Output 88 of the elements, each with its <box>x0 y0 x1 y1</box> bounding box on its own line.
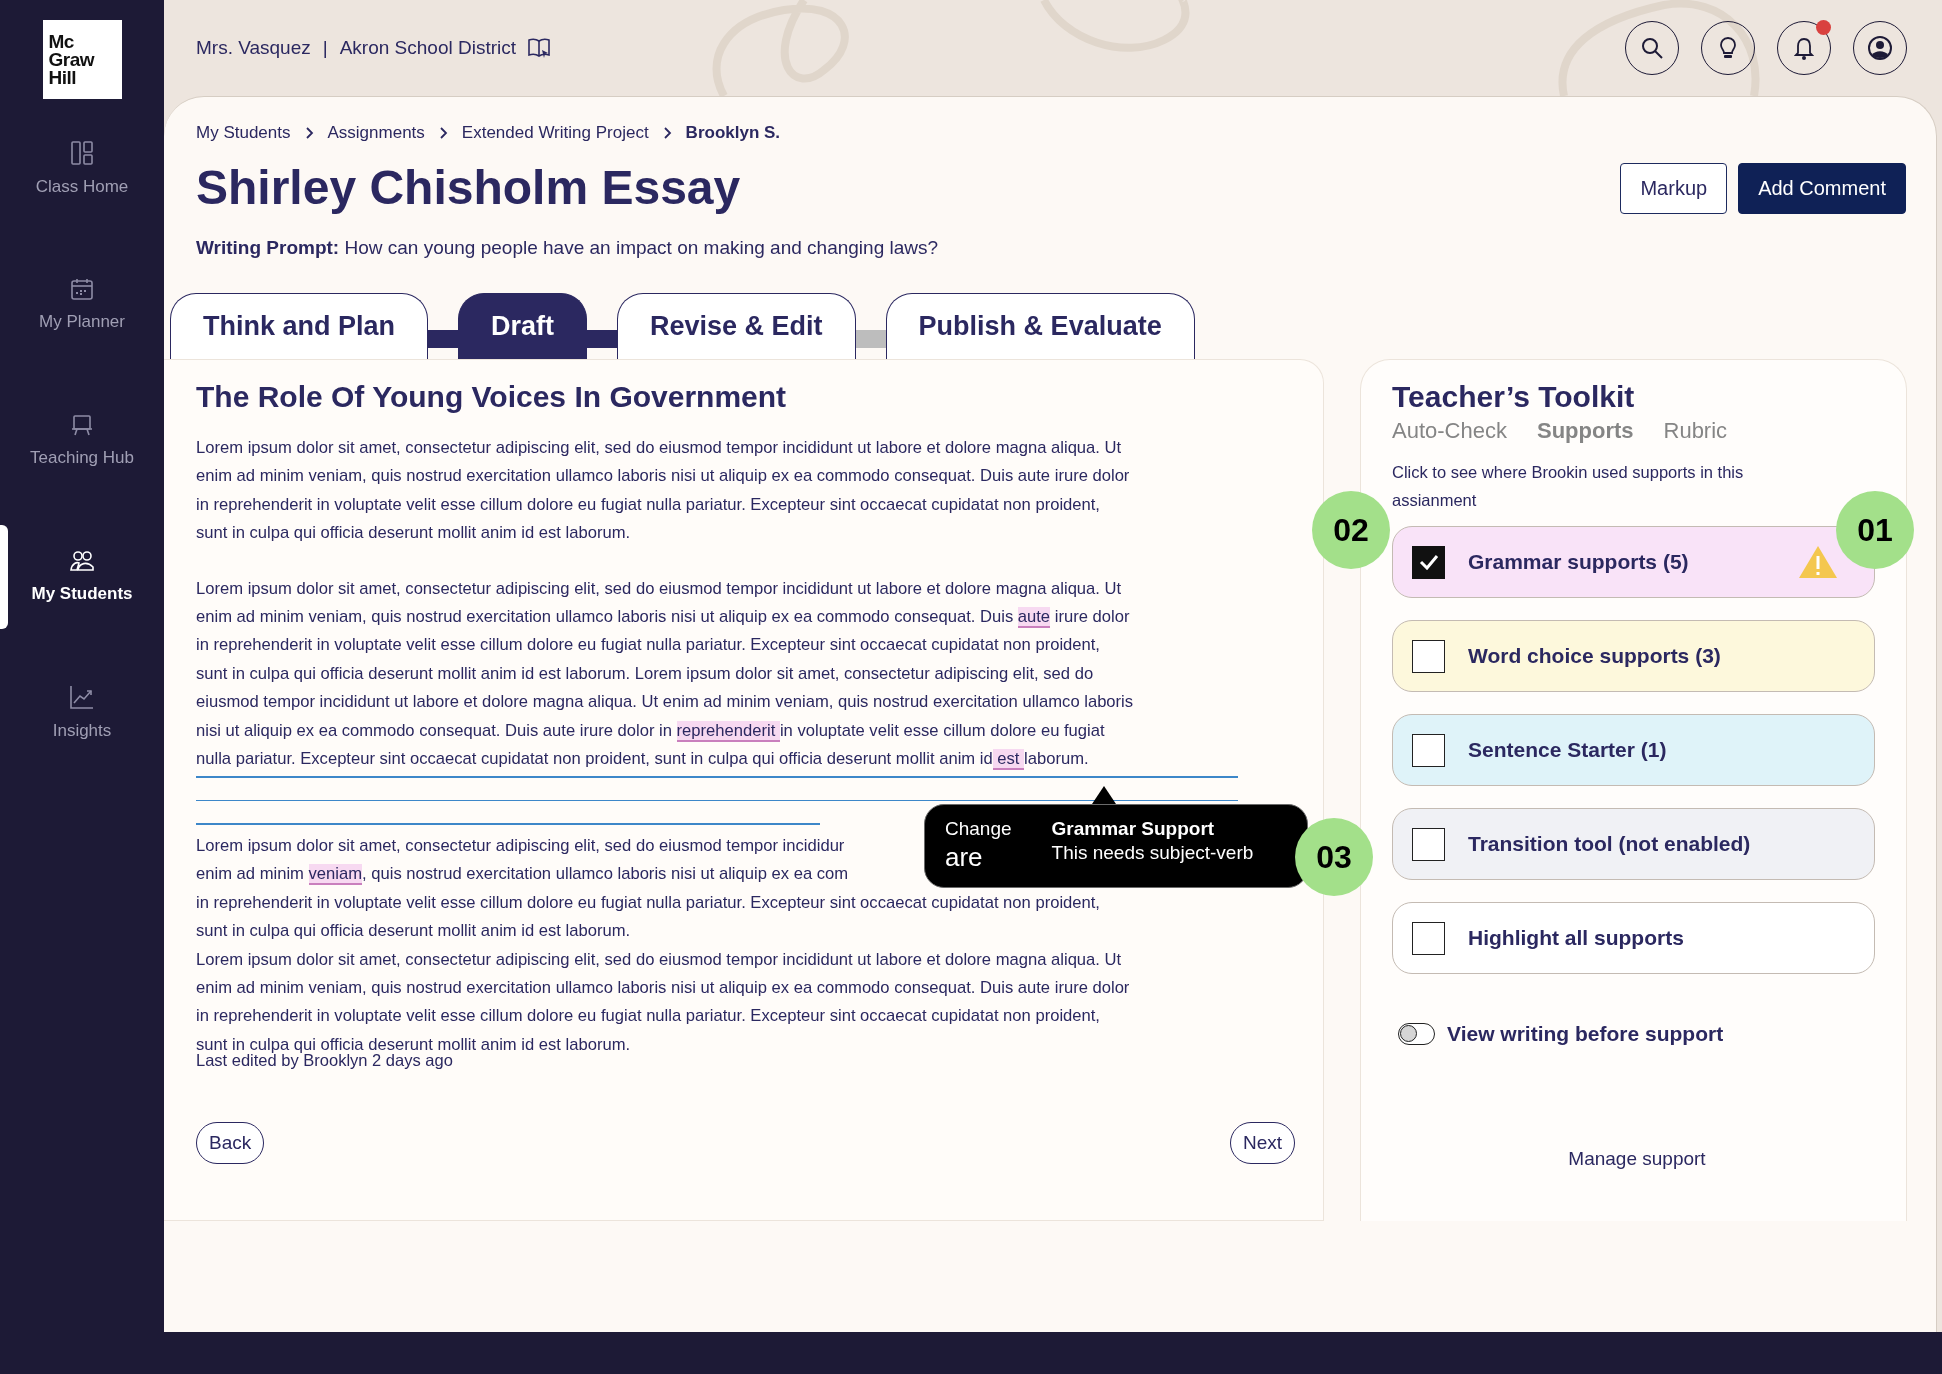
manage-support-link[interactable]: Manage support <box>1568 1148 1706 1169</box>
support-option[interactable]: Transition tool (not enabled) <box>1392 808 1875 880</box>
essay-text-line: enim ad minim veniam, quis nostrud exercitation ullamco laboris nisi ut aliquip ex ea commodo consequat. Duis aute irure dolor <box>196 977 1130 999</box>
progress-connector <box>587 330 618 348</box>
essay-text-line: in reprehenderit in voluptate velit esse cillum dolore eu fugiat nulla pariatur. Excepteur sint occaecat cupidatat non proident, <box>196 634 1100 657</box>
chart-icon <box>70 685 94 709</box>
last-edited-note: Last edited by Brooklyn 2 days ago <box>196 1053 454 1068</box>
breadcrumb-link[interactable]: Extended Writing Project <box>461 123 649 143</box>
support-label: Highlight all supports <box>1468 926 1685 950</box>
toggle-switch[interactable] <box>1398 1023 1435 1045</box>
teacher-name: Mrs. Vasquez <box>196 37 311 59</box>
search-icon <box>1641 37 1663 59</box>
back-button[interactable]: Back <box>196 1122 265 1164</box>
essay-text-line: Lorem ipsum dolor sit amet, consectetur adipiscing elit, sed do eiusmod tempor incididunt ut labore et dolore magna aliqua. Ut <box>196 577 1122 600</box>
suggested-word: are <box>945 841 984 874</box>
essay-text-line: sunt in culpa qui officia deserunt mollit anim id est laborum. Lorem ipsum dolor sit amet, consectetur adipiscing elit, sed do <box>196 662 1094 685</box>
essay-title: The Role Of Young Voices In Government <box>196 379 788 415</box>
support-option[interactable]: Sentence Starter (1) <box>1392 714 1875 786</box>
tooltip-message: This needs subject-verb <box>1051 841 1254 865</box>
book-icon[interactable] <box>528 37 551 59</box>
chevron-icon <box>438 127 448 139</box>
essay-text-line: enim ad minim veniam, quis nostrud exercitation ullamco laboris nisi ut aliquip ex ea commodo consequat. Duis aute irure dolor <box>196 606 1130 631</box>
writing-prompt: Writing Prompt: How can young people have an impact on making and changing laws? <box>195 236 940 260</box>
checkbox[interactable] <box>1412 733 1445 767</box>
essay-text-line: in reprehenderit in voluptate velit esse cillum dolore eu fugiat nulla pariatur. Excepteur sint occaecat cupidatat non proident, <box>196 891 1100 914</box>
people-icon <box>69 550 95 572</box>
support-label: Transition tool (not enabled) <box>1468 832 1752 856</box>
essay-text-line: sunt in culpa qui officia deserunt mollit anim id est laborum. <box>196 522 631 545</box>
progress-connector <box>855 330 886 348</box>
separator: | <box>322 37 328 59</box>
district-name: Akron School District <box>339 37 517 59</box>
stage-tab[interactable]: Draft <box>458 293 588 359</box>
nav-item[interactable]: Class Home <box>35 177 129 197</box>
markup-button[interactable]: Markup <box>1620 162 1728 214</box>
stage-tab[interactable]: Think and Plan <box>170 293 429 359</box>
essay-text-line: sunt in culpa qui officia deserunt mollit anim id est laborum. <box>196 920 631 943</box>
checkmark-icon <box>1418 554 1439 570</box>
lightbulb-icon <box>1719 36 1737 60</box>
bell-icon <box>1794 36 1814 60</box>
logo-text: Mc <box>48 32 75 51</box>
nav-item[interactable]: Insights <box>52 721 112 741</box>
chevron-icon <box>662 127 672 139</box>
support-option[interactable]: Highlight all supports <box>1392 902 1875 974</box>
support-option[interactable]: Word choice supports (3) <box>1392 620 1875 692</box>
add-comment-button[interactable]: Add Comment <box>1738 162 1906 214</box>
toolkit-tab[interactable]: Rubric <box>1663 418 1728 444</box>
toolkit-tab[interactable]: Auto-Check <box>1392 418 1507 444</box>
essay-text-line: Lorem ipsum dolor sit amet, consectetur adipiscing elit, sed do eiusmod tempor incididur <box>196 834 845 857</box>
checkbox[interactable] <box>1412 545 1445 579</box>
checkbox[interactable] <box>1412 921 1445 955</box>
checkbox[interactable] <box>1412 639 1445 673</box>
essay-text-line: enim ad minim veniam, quis nostrud exercitation ullamco laboris nisi ut aliquip ex ea commodo consequat. Duis aute irure dolor <box>196 465 1130 488</box>
nav-item[interactable]: My Students <box>31 584 133 604</box>
stage-tab[interactable]: Revise & Edit <box>617 293 856 359</box>
toggle-label: View writing before support <box>1447 1022 1724 1046</box>
support-label: Sentence Starter (1) <box>1468 738 1668 762</box>
essay-text-line: in reprehenderit in voluptate velit esse cillum dolore eu fugiat nulla pariatur. Excepteur sint occaecat cupidatat non proident, <box>196 1005 1100 1028</box>
next-button[interactable]: Next <box>1229 1122 1295 1164</box>
breadcrumb-link[interactable]: My Students <box>196 123 291 143</box>
logo-text: Hill <box>48 68 78 87</box>
essay-text-line: enim ad minim veniam, quis nostrud exercitation ullamco laboris nisi ut aliquip ex ea com <box>196 863 849 888</box>
support-label: Word choice supports (3) <box>1468 644 1722 668</box>
nav-item[interactable]: My Planner <box>39 312 125 332</box>
change-label: Change <box>945 818 1012 840</box>
calendar-icon <box>71 278 93 300</box>
user-icon <box>1867 35 1893 61</box>
support-label: Grammar supports (5) <box>1468 550 1690 574</box>
chevron-icon <box>304 127 314 139</box>
stage-tab[interactable]: Publish & Evaluate <box>885 293 1195 359</box>
essay-text-line: eiusmod tempor incididunt ut labore et dolore magna aliqua. Ut enim ad minim veniam, quis nostrud exercitation ullamco laboris <box>196 691 1134 714</box>
essay-text-line: in reprehenderit in voluptate velit esse cillum dolore eu fugiat nulla pariatur. Excepteur sint occaecat cupidatat non proident, <box>196 493 1100 516</box>
tooltip-title: Grammar Support <box>1051 818 1216 840</box>
logo-text: Graw <box>48 50 96 69</box>
progress-connector <box>428 330 459 348</box>
toolkit-tab[interactable]: Supports <box>1536 418 1634 444</box>
checkbox[interactable] <box>1412 827 1445 861</box>
easel-icon <box>71 414 93 436</box>
essay-text-line: nulla pariatur. Excepteur sint occaecat cupidatat non proident, sunt in culpa qui officia deserunt mollit anim id est laborum. <box>196 748 1089 773</box>
essay-text-line: Lorem ipsum dolor sit amet, consectetur adipiscing elit, sed do eiusmod tempor incididunt ut labore et dolore magna aliqua. Ut <box>196 948 1122 971</box>
essay-text-line: nisi ut aliquip ex ea commodo consequat. Duis aute irure dolor in reprehenderit in voluptate velit esse cillum dolore eu fugiat <box>196 719 1105 744</box>
layout-icon <box>71 141 93 165</box>
nav-item[interactable]: Teaching Hub <box>30 448 134 468</box>
toolkit-title: Teacher’s Toolkit <box>1392 379 1636 415</box>
instruction-text: Click to see where Brookin used supports in this assianment <box>1392 462 1745 511</box>
breadcrumb-current: Brooklyn S. <box>685 123 781 143</box>
breadcrumb-link[interactable]: Assignments <box>327 123 425 143</box>
essay-text-line: Lorem ipsum dolor sit amet, consectetur adipiscing elit, sed do eiusmod tempor incididunt ut labore et dolore magna aliqua. Ut <box>196 437 1122 459</box>
page-title: Shirley Chisholm Essay <box>196 160 742 216</box>
